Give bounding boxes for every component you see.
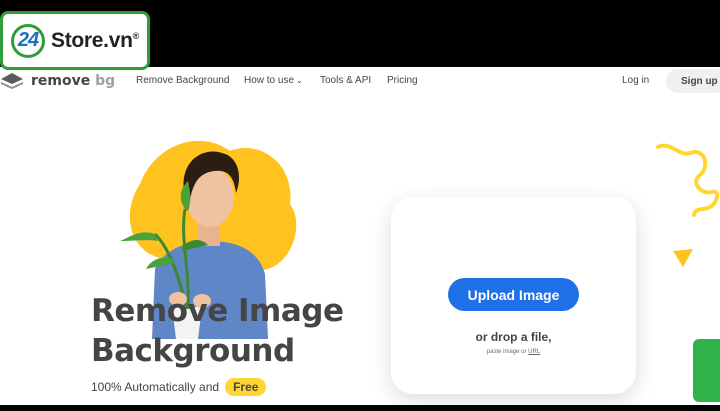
bottom-black-band [0,405,720,411]
nav-tools-api[interactable]: Tools & API [320,75,371,86]
login-link[interactable]: Log in [622,75,649,86]
drop-file-text: or drop a file, [475,330,552,344]
nav-pricing[interactable]: Pricing [387,75,418,86]
hero-subtitle: 100% Automatically and Free [91,378,267,396]
upload-image-button[interactable]: Upload Image [448,278,579,311]
green-side-tab[interactable] [693,339,720,402]
top-nav: remove bg Remove Background How to use ⌄ … [0,67,720,97]
upload-card[interactable]: Upload Image or drop a file, paste image… [391,197,636,394]
layers-icon [1,73,23,89]
store-watermark: 24 Store.vn® [0,11,150,70]
webpage: remove bg Remove Background How to use ⌄ … [0,67,720,405]
paste-hint: paste image or URL [486,349,541,355]
yellow-squiggle-decoration [656,143,719,217]
signup-button[interactable]: Sign up [666,69,720,93]
yellow-triangle-decoration [673,249,693,267]
store-24-logo: 24 [11,23,45,58]
hero-title: Remove Image Background [91,293,344,369]
nav-how-to-use[interactable]: How to use ⌄ [244,75,303,86]
logo-text: remove bg [31,73,116,89]
free-badge: Free [225,378,267,396]
store-name: Store.vn® [51,28,139,52]
url-link[interactable]: URL [528,349,540,355]
nav-remove-background[interactable]: Remove Background [136,75,229,86]
chevron-down-icon: ⌄ [296,76,303,85]
removebg-logo[interactable]: remove bg [0,72,115,90]
